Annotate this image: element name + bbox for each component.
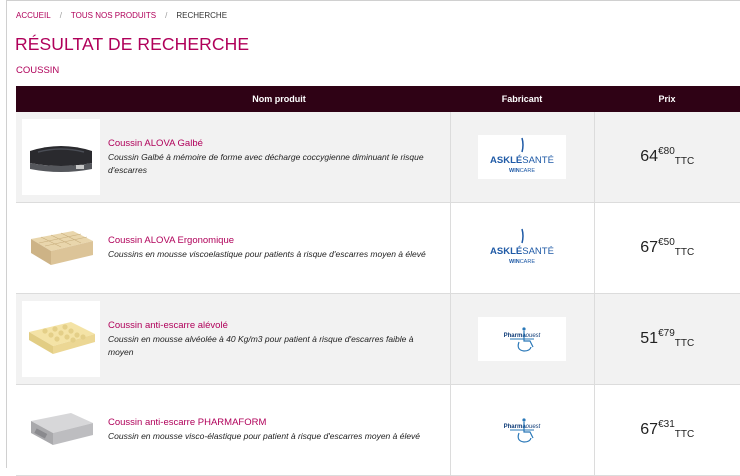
win-text: WIN [509, 168, 520, 174]
product-name-link[interactable]: Coussin ALOVA Galbé [108, 138, 450, 149]
page-title: RÉSULTAT DE RECHERCHE [15, 34, 249, 55]
table-header-image [16, 86, 108, 112]
price-cents: €79 [658, 328, 675, 339]
svg-text:ASKLÉSANTÉ: ASKLÉSANTÉ [490, 155, 554, 166]
table-header-price: Prix [594, 86, 740, 112]
care-text: CARE [520, 168, 536, 174]
ouest-text: ouest [526, 333, 541, 339]
product-info-cell: Coussin ALOVA Ergonomique Coussins en mo… [108, 203, 450, 294]
product-image-cell [16, 203, 108, 294]
breadcrumb: ACCUEIL / TOUS NOS PRODUITS / RECHERCHE [16, 11, 227, 20]
foam-cube-cushion-image [25, 225, 97, 271]
product-image-cell [16, 294, 108, 385]
product-image[interactable] [22, 210, 100, 286]
product-image[interactable] [22, 392, 100, 468]
svg-text:ASKLÉSANTÉ: ASKLÉSANTÉ [490, 246, 554, 257]
ouest-text: ouest [526, 424, 541, 430]
pharma-text: Pharma [504, 333, 527, 339]
product-info-cell: Coussin ALOVA Galbé Coussin Galbé à mémo… [108, 112, 450, 203]
svg-text:Pharmaouest: Pharmaouest [504, 333, 541, 339]
askle-sante-logo-icon: ASKLÉSANTÉ WINCARE [478, 226, 566, 270]
price-suffix: TTC [675, 429, 694, 440]
table-row[interactable]: Coussin ALOVA Ergonomique Coussins en mo… [16, 203, 740, 294]
sante-text: SANTÉ [522, 246, 554, 257]
table-row[interactable]: Coussin anti-escarre PHARMAFORM Coussin … [16, 385, 740, 476]
gel-seat-cushion-image [26, 137, 96, 177]
manufacturer-cell: Pharmaouest [450, 385, 594, 476]
breadcrumb-home-link[interactable]: ACCUEIL [16, 11, 51, 20]
product-description: Coussins en mousse viscoelastique pour p… [108, 248, 450, 261]
manufacturer-cell: ASKLÉSANTÉ WINCARE [450, 203, 594, 294]
askle-sante-logo[interactable]: ASKLÉSANTÉ WINCARE [478, 226, 566, 270]
product-image-cell [16, 112, 108, 203]
product-price: 64€80TTC [595, 148, 740, 166]
askle-sante-logo[interactable]: ASKLÉSANTÉ WINCARE [478, 135, 566, 179]
askle-sante-logo-icon: ASKLÉSANTÉ WINCARE [478, 135, 566, 179]
sante-text: SANTÉ [522, 155, 554, 166]
table-row[interactable]: Coussin ALOVA Galbé Coussin Galbé à mémo… [16, 112, 740, 203]
svg-text:WINCARE: WINCARE [509, 259, 535, 265]
pharmaouest-logo-icon: Pharmaouest [478, 317, 566, 361]
price-cents: €31 [658, 419, 675, 430]
breadcrumb-products-link[interactable]: TOUS NOS PRODUITS [71, 11, 156, 20]
price-cents: €80 [658, 146, 675, 157]
pharma-text: Pharma [504, 424, 527, 430]
table-header-row: Nom produit Fabricant Prix [16, 86, 740, 112]
breadcrumb-separator: / [60, 11, 62, 20]
manufacturer-cell: ASKLÉSANTÉ WINCARE [450, 112, 594, 203]
price-cell: 67€31TTC [594, 385, 740, 476]
svg-text:WINCARE: WINCARE [509, 168, 535, 174]
grey-covered-cushion-image [25, 407, 97, 453]
product-name-link[interactable]: Coussin anti-escarre alévolé [108, 320, 450, 331]
product-image[interactable] [22, 119, 100, 195]
price-cell: 51€79TTC [594, 294, 740, 385]
product-description: Coussin en mousse alvéolée à 40 Kg/m3 po… [108, 333, 450, 358]
pharmaouest-logo-icon: Pharmaouest [478, 408, 566, 452]
price-integer: 67 [640, 421, 658, 438]
price-suffix: TTC [675, 338, 694, 349]
price-cell: 67€50TTC [594, 203, 740, 294]
price-cell: 64€80TTC [594, 112, 740, 203]
pharmaouest-logo[interactable]: Pharmaouest [478, 408, 566, 452]
price-suffix: TTC [675, 247, 694, 258]
breadcrumb-current: RECHERCHE [176, 11, 227, 20]
price-integer: 67 [640, 239, 658, 256]
price-integer: 64 [640, 148, 658, 165]
askle-text: ASKLÉ [490, 155, 522, 166]
breadcrumb-separator: / [165, 11, 167, 20]
manufacturer-cell: Pharmaouest [450, 294, 594, 385]
care-text: CARE [520, 259, 536, 265]
product-price: 51€79TTC [595, 330, 740, 348]
results-table: Nom produit Fabricant Prix Coussin ALOVA… [16, 86, 740, 476]
product-price: 67€31TTC [595, 421, 740, 439]
product-image-cell [16, 385, 108, 476]
price-integer: 51 [640, 330, 658, 347]
table-header-name: Nom produit [108, 86, 450, 112]
egg-crate-foam-cushion-image [25, 316, 97, 362]
price-suffix: TTC [675, 156, 694, 167]
product-price: 67€50TTC [595, 239, 740, 257]
askle-text: ASKLÉ [490, 246, 522, 257]
product-info-cell: Coussin anti-escarre PHARMAFORM Coussin … [108, 385, 450, 476]
product-name-link[interactable]: Coussin anti-escarre PHARMAFORM [108, 417, 450, 428]
product-image[interactable] [22, 301, 100, 377]
product-name-link[interactable]: Coussin ALOVA Ergonomique [108, 235, 450, 246]
product-info-cell: Coussin anti-escarre alévolé Coussin en … [108, 294, 450, 385]
win-text: WIN [509, 259, 520, 265]
price-cents: €50 [658, 237, 675, 248]
svg-text:Pharmaouest: Pharmaouest [504, 424, 541, 430]
table-header-manufacturer: Fabricant [450, 86, 594, 112]
search-query-label: COUSSIN [16, 65, 59, 76]
pharmaouest-logo[interactable]: Pharmaouest [478, 317, 566, 361]
table-row[interactable]: Coussin anti-escarre alévolé Coussin en … [16, 294, 740, 385]
product-description: Coussin en mousse visco-élastique pour p… [108, 430, 450, 443]
product-description: Coussin Galbé à mémoire de forme avec dé… [108, 151, 450, 176]
